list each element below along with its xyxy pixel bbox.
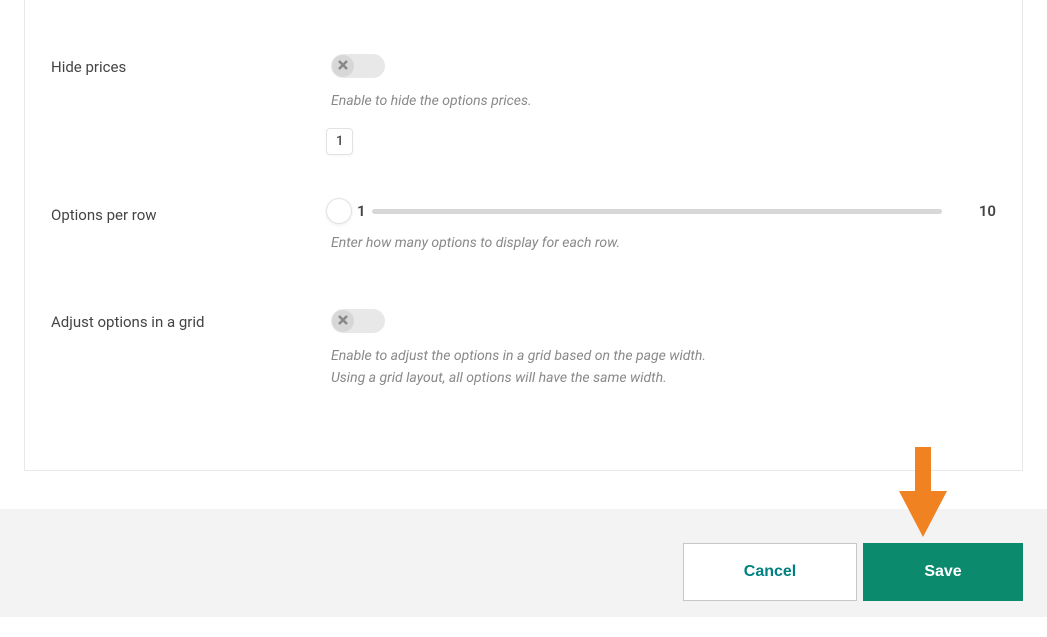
- slider-tooltip: 1: [326, 128, 353, 155]
- adjust-grid-help-line2: Using a grid layout, all options will ha…: [331, 370, 667, 386]
- slider-max: 10: [970, 202, 996, 220]
- slider-min: 1: [357, 202, 366, 220]
- options-per-row-label: Options per row: [51, 160, 331, 224]
- slider-track: [372, 209, 942, 214]
- adjust-grid-help-line1: Enable to adjust the options in a grid b…: [331, 348, 706, 364]
- close-icon: [338, 58, 348, 74]
- field-hide-prices: Hide prices Enable to hide the options p…: [51, 0, 996, 112]
- slider-handle[interactable]: [326, 198, 352, 224]
- save-button[interactable]: Save: [863, 543, 1023, 601]
- footer-bar: Cancel Save: [0, 509, 1047, 617]
- field-adjust-grid: Adjust options in a grid Enable to adjus…: [51, 255, 996, 390]
- hide-prices-label: Hide prices: [51, 54, 331, 76]
- field-options-per-row: Options per row 1 1 10 Enter how many op…: [51, 112, 996, 254]
- close-icon: [338, 313, 348, 329]
- settings-panel: Hide prices Enable to hide the options p…: [24, 0, 1023, 471]
- toggle-thumb: [332, 310, 354, 332]
- cancel-button[interactable]: Cancel: [683, 543, 857, 601]
- toggle-thumb: [332, 55, 354, 77]
- options-per-row-help: Enter how many options to display for ea…: [331, 232, 996, 254]
- adjust-grid-help: Enable to adjust the options in a grid b…: [331, 345, 996, 390]
- hide-prices-help: Enable to hide the options prices.: [331, 90, 996, 112]
- options-per-row-slider[interactable]: 1: [331, 202, 942, 220]
- adjust-grid-label: Adjust options in a grid: [51, 309, 331, 331]
- hide-prices-toggle[interactable]: [331, 54, 385, 78]
- adjust-grid-toggle[interactable]: [331, 309, 385, 333]
